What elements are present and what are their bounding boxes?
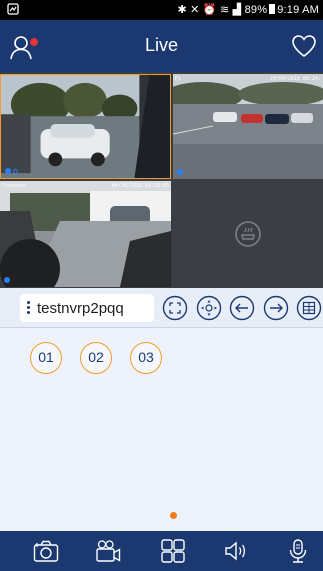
recording-indicator (177, 169, 183, 175)
video-cell-3[interactable]: 04/20/2018 14:25:03 Crossbox (0, 181, 171, 287)
talk-button[interactable] (284, 537, 312, 565)
audio-button[interactable] (222, 537, 250, 565)
camera-timestamp: 04/20/2018 14:25:03 (111, 183, 169, 189)
fullscreen-button[interactable] (162, 295, 188, 321)
camera-label: Crossbox (2, 183, 27, 189)
recording-indicator (5, 168, 11, 174)
live-screen: ✱ ✕ ⏰ ≋ ▟ 89% 9:19 AM Live 20/04/2018 09… (0, 0, 323, 571)
video-cell-4-empty[interactable] (173, 181, 323, 287)
live-toolbar: testnvrp2pqq (0, 288, 323, 328)
video-cell-2[interactable]: 20/04/2018 09:24: P1 (173, 74, 323, 179)
split-layout-icon (296, 295, 322, 321)
arrow-left-icon (229, 295, 255, 321)
recording-indicator (4, 277, 10, 283)
record-button[interactable] (94, 537, 122, 565)
battery-percent: 89% (244, 4, 268, 16)
next-button[interactable] (263, 295, 289, 321)
camera-feed-3 (0, 181, 171, 287)
camera-feed-2 (173, 74, 323, 179)
notification-icon (7, 3, 19, 18)
device-selector[interactable]: testnvrp2pqq (20, 294, 154, 322)
ptz-button[interactable] (196, 295, 222, 321)
device-name: testnvrp2pqq (37, 300, 124, 317)
app-header: Live (0, 20, 323, 72)
alarm-icon: ⏰ (202, 4, 217, 16)
bluetooth-icon: ✱ (177, 4, 187, 16)
clock: 9:19 AM (277, 4, 319, 16)
bottom-action-bar (0, 531, 323, 571)
status-indicators: ✱ ✕ ⏰ ≋ ▟ 89% 9:19 AM (177, 3, 319, 16)
camera-feed-1 (1, 75, 170, 178)
channel-button-03[interactable]: 03 (130, 342, 162, 374)
layout-button[interactable] (296, 295, 322, 321)
camera-icon (33, 540, 59, 562)
arrow-right-icon (263, 295, 289, 321)
video-grid: 20/04/2018 09:24: P1 04/20/2018 14:25:03… (0, 72, 323, 288)
camera-label: P1 (175, 76, 182, 82)
favorites-button[interactable] (291, 34, 317, 58)
more-vertical-icon (27, 301, 30, 315)
battery-icon (269, 4, 276, 14)
channel-panel: 01 02 03 (0, 329, 323, 531)
camera-timestamp: 20/04/2018 09:24: (269, 76, 321, 82)
wifi-icon: ≋ (219, 4, 230, 16)
channel-button-02[interactable]: 02 (80, 342, 112, 374)
heart-icon (292, 35, 316, 57)
grid-layout-button[interactable] (159, 537, 187, 565)
grid-icon (161, 539, 185, 563)
previous-button[interactable] (229, 295, 255, 321)
video-cell-1[interactable] (0, 74, 171, 179)
no-video-icon (235, 221, 261, 247)
mute-icon: ✕ (190, 4, 200, 16)
audio-indicator (13, 169, 18, 174)
microphone-icon (289, 539, 307, 563)
fullscreen-icon (162, 295, 188, 321)
signal-icon: ▟ (232, 4, 242, 16)
status-bar: ✱ ✕ ⏰ ≋ ▟ 89% 9:19 AM (0, 0, 323, 20)
ptz-control-icon (196, 295, 222, 321)
speaker-icon (225, 541, 246, 561)
channel-button-01[interactable]: 01 (30, 342, 62, 374)
video-record-icon (96, 540, 121, 562)
snapshot-button[interactable] (32, 537, 60, 565)
page-title: Live (144, 35, 179, 55)
page-indicator (170, 512, 177, 519)
